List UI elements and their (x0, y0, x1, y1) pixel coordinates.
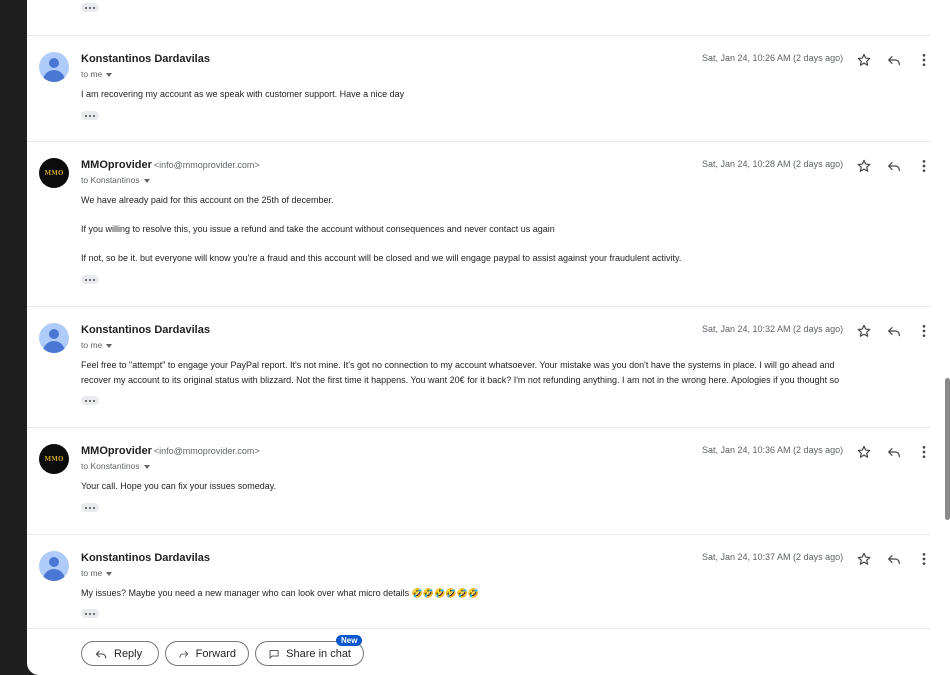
recipient-dropdown[interactable]: to me (81, 69, 113, 79)
message-date: Sat, Jan 24, 10:32 AM (2 days ago) (702, 324, 844, 334)
star-icon[interactable] (856, 551, 872, 567)
recipient-dropdown[interactable]: to me (81, 568, 113, 578)
reply-icon[interactable] (886, 52, 902, 68)
recipient-dropdown[interactable]: to Konstantinos (81, 461, 150, 471)
sender-name[interactable]: Konstantinos Dardavilas (81, 324, 212, 336)
message-date: Sat, Jan 24, 10:28 AM (2 days ago) (702, 159, 844, 169)
scrollbar-track[interactable] (931, 0, 950, 675)
sender-name[interactable]: Konstantinos Dardavilas (81, 552, 212, 564)
sender-email: <info@mmoprovider.com> (153, 446, 260, 456)
show-trimmed-content-button[interactable] (81, 609, 99, 618)
recipient-dropdown[interactable]: to Konstantinos (81, 175, 150, 185)
reply-icon[interactable] (886, 551, 902, 567)
message-body-line: Your call. Hope you can fix your issues … (81, 481, 277, 491)
message: Konstantinos Dardavilas to me Sat, Jan 2… (27, 36, 931, 142)
message: Konstantinos Dardavilas to me Sat, Jan 2… (27, 535, 931, 629)
star-icon[interactable] (856, 158, 872, 174)
caret-down-icon (106, 343, 113, 348)
reply-icon[interactable] (886, 444, 902, 460)
star-icon[interactable] (856, 323, 872, 339)
star-icon[interactable] (856, 444, 872, 460)
message-date: Sat, Jan 24, 10:26 AM (2 days ago) (702, 53, 844, 63)
chat-icon (269, 649, 279, 659)
message-body-line: We have already paid for this account on… (81, 195, 334, 205)
caret-down-icon (143, 464, 150, 469)
message-date: Sat, Jan 24, 10:37 AM (2 days ago) (702, 552, 844, 562)
message-body-line: If not, so be it. but everyone will know… (81, 253, 682, 263)
new-badge: New (336, 635, 363, 646)
more-vert-icon[interactable] (916, 444, 931, 460)
share-in-chat-label: Share in chat (286, 647, 351, 660)
sender-name[interactable]: MMOprovider <info@mmoprovider.com> (81, 445, 260, 457)
scrollbar-thumb[interactable] (945, 378, 950, 520)
mmoprovider-logo: MMO (44, 455, 64, 463)
reply-button-label: Reply (114, 647, 143, 660)
message-body-line: My issues? Maybe you need a new manager … (81, 588, 479, 598)
forward-button-label: Forward (195, 647, 236, 660)
mmoprovider-logo: MMO (44, 169, 64, 177)
more-vert-icon[interactable] (916, 158, 931, 174)
caret-down-icon (106, 72, 113, 77)
reply-icon[interactable] (886, 323, 902, 339)
avatar[interactable] (39, 323, 69, 353)
forward-button[interactable]: Forward (165, 641, 249, 666)
reply-icon[interactable] (886, 158, 902, 174)
sender-name[interactable]: MMOprovider <info@mmoprovider.com> (81, 159, 260, 171)
message: Konstantinos Dardavilas to me Sat, Jan 2… (27, 307, 931, 428)
recipient-dropdown[interactable]: to me (81, 340, 113, 350)
avatar[interactable]: MMO (39, 444, 69, 474)
forward-icon (179, 650, 189, 658)
message-body-line: Feel free to "attempt" to engage your Pa… (81, 360, 835, 370)
avatar[interactable]: MMO (39, 158, 69, 188)
star-icon[interactable] (856, 52, 872, 68)
show-trimmed-content-button[interactable] (81, 111, 99, 120)
message-body-line: If you willing to resolve this, you issu… (81, 224, 555, 234)
reply-button[interactable]: Reply (81, 641, 159, 666)
reply-icon (95, 650, 107, 659)
caret-down-icon (106, 571, 113, 576)
message: MMO MMOprovider <info@mmoprovider.com> to… (27, 428, 931, 535)
show-trimmed-content-button[interactable] (81, 3, 99, 12)
more-vert-icon[interactable] (916, 52, 931, 68)
message: MMO MMOprovider <info@mmoprovider.com> to… (27, 142, 931, 307)
caret-down-icon (143, 178, 150, 183)
more-vert-icon[interactable] (916, 551, 931, 567)
sender-email: <info@mmoprovider.com> (153, 160, 260, 170)
sender-name[interactable]: Konstantinos Dardavilas (81, 53, 212, 65)
message-date: Sat, Jan 24, 10:36 AM (2 days ago) (702, 445, 844, 455)
message-body-line: recover my account to its original statu… (81, 375, 840, 385)
avatar[interactable] (39, 52, 69, 82)
show-trimmed-content-button[interactable] (81, 396, 99, 405)
avatar[interactable] (39, 551, 69, 581)
show-trimmed-content-button[interactable] (81, 275, 99, 284)
more-vert-icon[interactable] (916, 323, 931, 339)
email-thread-panel: Konstantinos Dardavilas to me Sat, Jan 2… (27, 0, 931, 675)
message-body-line: I am recovering my account as we speak w… (81, 89, 405, 99)
show-trimmed-content-button[interactable] (81, 503, 99, 512)
